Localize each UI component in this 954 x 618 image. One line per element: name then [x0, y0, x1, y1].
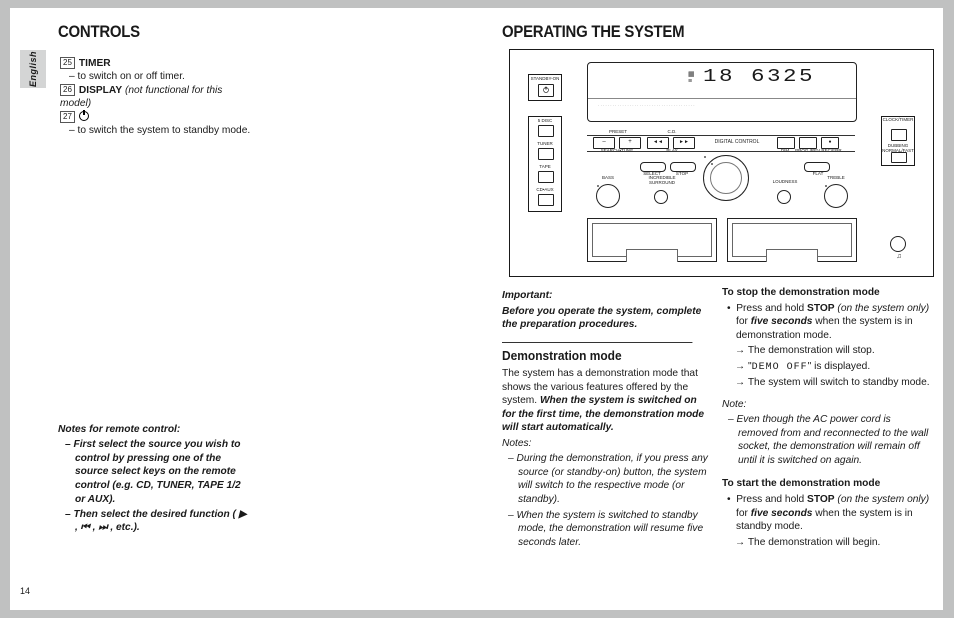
important-text: Before you operate the system, complete … — [502, 305, 709, 332]
tuner-button[interactable] — [538, 148, 554, 160]
loudness-button[interactable] — [777, 190, 791, 204]
mid-column: Important: Before you operate the system… — [502, 289, 709, 551]
stop-bullet: • Press and hold STOP (on the system onl… — [722, 302, 932, 343]
strip-border — [587, 135, 855, 152]
manual-page: English CONTROLS 25 TIMER – to switch on … — [10, 8, 943, 610]
ref-number: 25 — [60, 57, 75, 69]
label: CLOCK/TIMER — [882, 118, 914, 123]
source-panel: 5 DISC TUNER TAPE CD•AUX — [528, 116, 562, 212]
lcd-small-icons: ▦≡ — [688, 71, 695, 85]
standby-panel: STANDBY-ON — [528, 74, 562, 101]
left-column: CONTROLS 25 TIMER – to switch on or off t… — [58, 22, 252, 138]
important-label: Important: — [502, 289, 709, 303]
clock-panel: CLOCK/TIMER DUBBING NORMAL/FAST — [881, 116, 915, 166]
power-icon — [79, 111, 89, 121]
item-desc: – to switch the system to standby mode. — [60, 124, 252, 137]
item-desc: – to switch on or off timer. — [60, 70, 252, 83]
arrow-line: → The system will switch to standby mode… — [722, 376, 932, 390]
page-number: 14 — [20, 586, 30, 596]
note-label: Note: — [722, 398, 932, 412]
bass-knob[interactable] — [596, 184, 620, 208]
item-title: TIMER — [79, 58, 111, 69]
right-column: To stop the demonstration mode • Press a… — [722, 286, 932, 551]
volume-jog-inner — [710, 162, 742, 194]
headphone-icon: ♫ — [894, 253, 904, 261]
language-tab: English — [20, 50, 46, 88]
label: 5 DISC — [529, 119, 561, 124]
tape-button[interactable] — [538, 171, 554, 183]
note-line: – During the demonstration, if you press… — [502, 452, 709, 506]
start-demo-title: To start the demonstration mode — [722, 477, 932, 491]
arrow-line: → "DEMO OFF" is displayed. — [722, 360, 932, 374]
note-line: – When the system is switched to standby… — [502, 509, 709, 550]
controls-list: 25 TIMER – to switch on or off timer. 26 D… — [60, 57, 252, 138]
dotted-text: DEMO OFF — [752, 362, 808, 373]
cassette-deck-2[interactable] — [727, 218, 857, 262]
disc-button[interactable] — [538, 125, 554, 137]
surround-button[interactable] — [654, 190, 668, 204]
lcd-digits: 18 6325 — [703, 67, 815, 87]
label: BASS — [596, 176, 620, 181]
label: TUNER — [529, 142, 561, 147]
notes-label: Notes: — [502, 437, 709, 451]
arrow-line: → The demonstration will stop. — [722, 344, 932, 358]
demo-paragraph: The system has a demonstration mode that… — [502, 367, 709, 435]
demo-heading: Demonstration mode — [502, 342, 692, 364]
note-text: – Even though the AC power cord is remov… — [722, 413, 932, 467]
ref-number: 26 — [60, 84, 75, 96]
remote-notes: Notes for remote control: – First select… — [58, 423, 252, 535]
system-panel-diagram: STANDBY-ON 5 DISC TUNER TAPE CD•AUX CLOC… — [509, 49, 934, 277]
label: CD•AUX — [529, 188, 561, 193]
cassette-deck-1[interactable] — [587, 218, 717, 262]
standby-button[interactable] — [538, 84, 554, 97]
notes-title: Notes for remote control: — [58, 423, 252, 437]
lcd-display: ▦≡ 18 6325 · · · · · · · · · · · · · · ·… — [587, 62, 857, 122]
label: LOUDNESS — [768, 180, 802, 185]
arrow-line: → The demonstration will begin. — [722, 536, 932, 550]
stop-demo-title: To stop the demonstration mode — [722, 286, 932, 300]
label: TREBLE — [822, 176, 850, 181]
headphone-jack[interactable] — [890, 236, 906, 252]
controls-heading: CONTROLS — [58, 22, 229, 42]
standby-label: STANDBY-ON — [529, 77, 561, 82]
dubbing-button[interactable] — [891, 152, 907, 163]
operating-heading: OPERATING THE SYSTEM — [502, 22, 684, 42]
note-line: – First select the source you wish to co… — [58, 438, 252, 507]
ref-number: 27 — [60, 111, 75, 123]
note-line: – Then select the desired function ( ▶ ,… — [58, 508, 252, 536]
clock-button[interactable] — [891, 129, 907, 141]
label: TAPE — [529, 165, 561, 170]
power-icon — [543, 87, 549, 93]
label: INCREDIBLE SURROUND — [642, 176, 682, 186]
cdaux-button[interactable] — [538, 194, 554, 206]
treble-knob[interactable] — [824, 184, 848, 208]
item-title: DISPLAY — [79, 85, 122, 96]
start-bullet: • Press and hold STOP (on the system onl… — [722, 493, 932, 534]
lcd-scale: · · · · · · · · · · · · · · · · · · · · … — [598, 103, 695, 108]
